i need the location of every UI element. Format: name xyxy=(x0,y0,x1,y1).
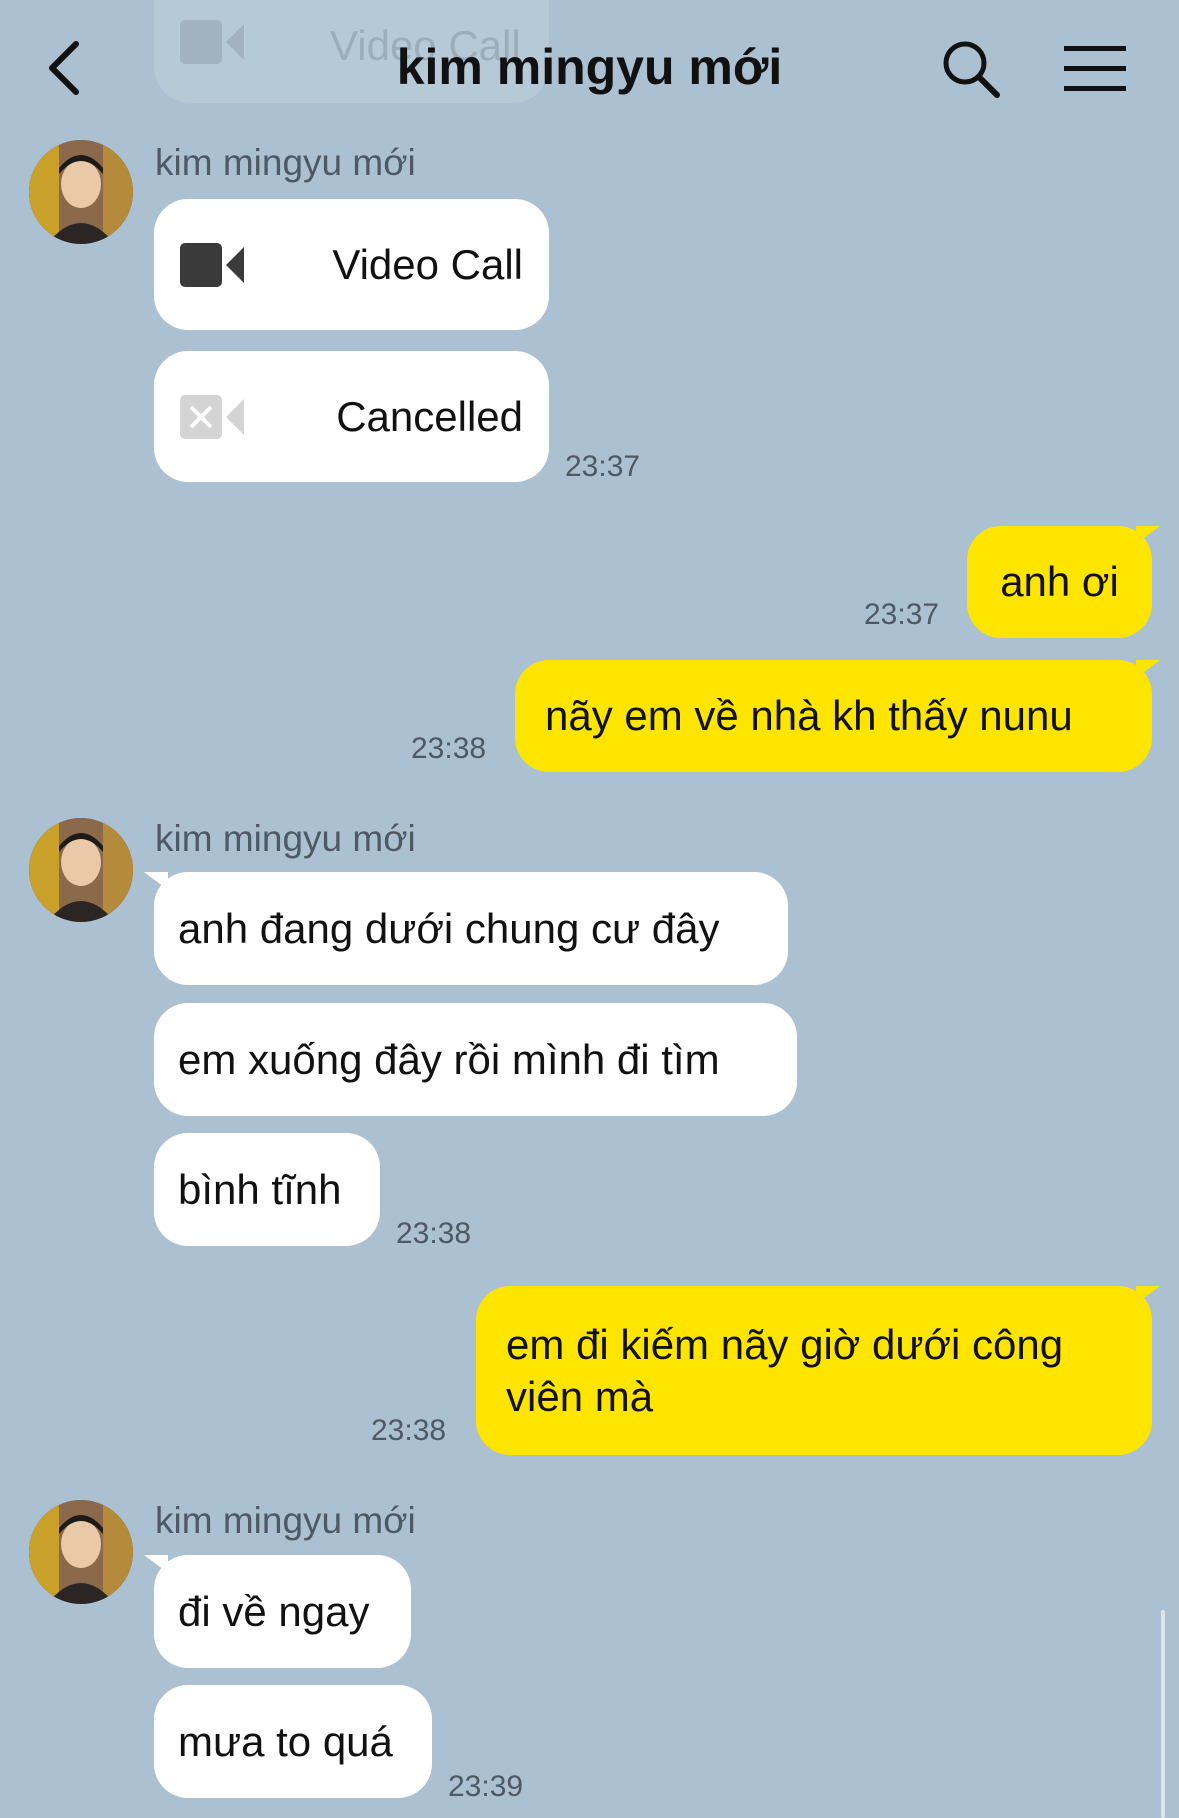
avatar-photo xyxy=(29,1500,133,1604)
avatar-photo xyxy=(29,140,133,244)
message-text: anh đang dưới chung cư đây xyxy=(178,904,720,952)
search-button[interactable] xyxy=(940,38,1002,100)
contact-avatar[interactable] xyxy=(29,1500,133,1604)
video-camera-cancelled-icon xyxy=(180,394,246,450)
video-camera-icon xyxy=(180,242,246,298)
message-timestamp: 23:38 xyxy=(371,1414,447,1447)
chat-title: kim mingyu mới xyxy=(396,39,783,95)
sender-name: kim mingyu mới xyxy=(155,142,416,183)
message-text: đi về ngay xyxy=(178,1587,370,1635)
message-text-line: em đi kiếm nãy giờ dưới công xyxy=(506,1320,1064,1368)
call-label: Video Call xyxy=(332,240,523,288)
message-text: mưa to quá xyxy=(178,1717,393,1765)
message-text: bình tĩnh xyxy=(178,1165,342,1213)
call-label: Cancelled xyxy=(336,392,523,440)
scrollbar[interactable] xyxy=(1161,1610,1165,1818)
incoming-message[interactable]: mưa to quá xyxy=(154,1685,432,1798)
incoming-message[interactable]: bình tĩnh xyxy=(154,1133,380,1246)
message-timestamp: 23:38 xyxy=(411,732,487,765)
incoming-message[interactable]: anh đang dưới chung cư đây xyxy=(154,872,788,985)
avatar-photo xyxy=(29,818,133,922)
message-text: nãy em về nhà kh thấy nunu xyxy=(545,692,1073,739)
sender-name: kim mingyu mới xyxy=(155,1500,416,1541)
outgoing-message[interactable]: anh ơi xyxy=(967,526,1152,638)
search-icon xyxy=(943,41,1000,98)
contact-avatar[interactable] xyxy=(29,818,133,922)
message-text-line: viên mà xyxy=(506,1372,654,1420)
sender-name: kim mingyu mới xyxy=(155,818,416,859)
message-timestamp: 23:37 xyxy=(565,450,641,483)
incoming-message[interactable]: đi về ngay xyxy=(154,1555,411,1668)
message-timestamp: 23:39 xyxy=(448,1770,524,1803)
message-timestamp: 23:37 xyxy=(864,598,940,631)
contact-avatar[interactable] xyxy=(29,140,133,244)
message-text: anh ơi xyxy=(1000,558,1119,605)
outgoing-message[interactable]: em đi kiếm nãy giờ dưới công viên mà xyxy=(476,1286,1152,1455)
incoming-message[interactable]: em xuống đây rồi mình đi tìm xyxy=(154,1003,797,1116)
message-timestamp: 23:38 xyxy=(396,1217,472,1250)
outgoing-message[interactable]: nãy em về nhà kh thấy nunu xyxy=(515,660,1152,772)
menu-button[interactable] xyxy=(1060,42,1130,94)
menu-icon xyxy=(1064,46,1126,91)
cancelled-call-message[interactable]: Cancelled xyxy=(154,351,549,482)
video-call-message[interactable]: Video Call xyxy=(154,199,549,330)
message-text: em xuống đây rồi mình đi tìm xyxy=(178,1035,720,1083)
